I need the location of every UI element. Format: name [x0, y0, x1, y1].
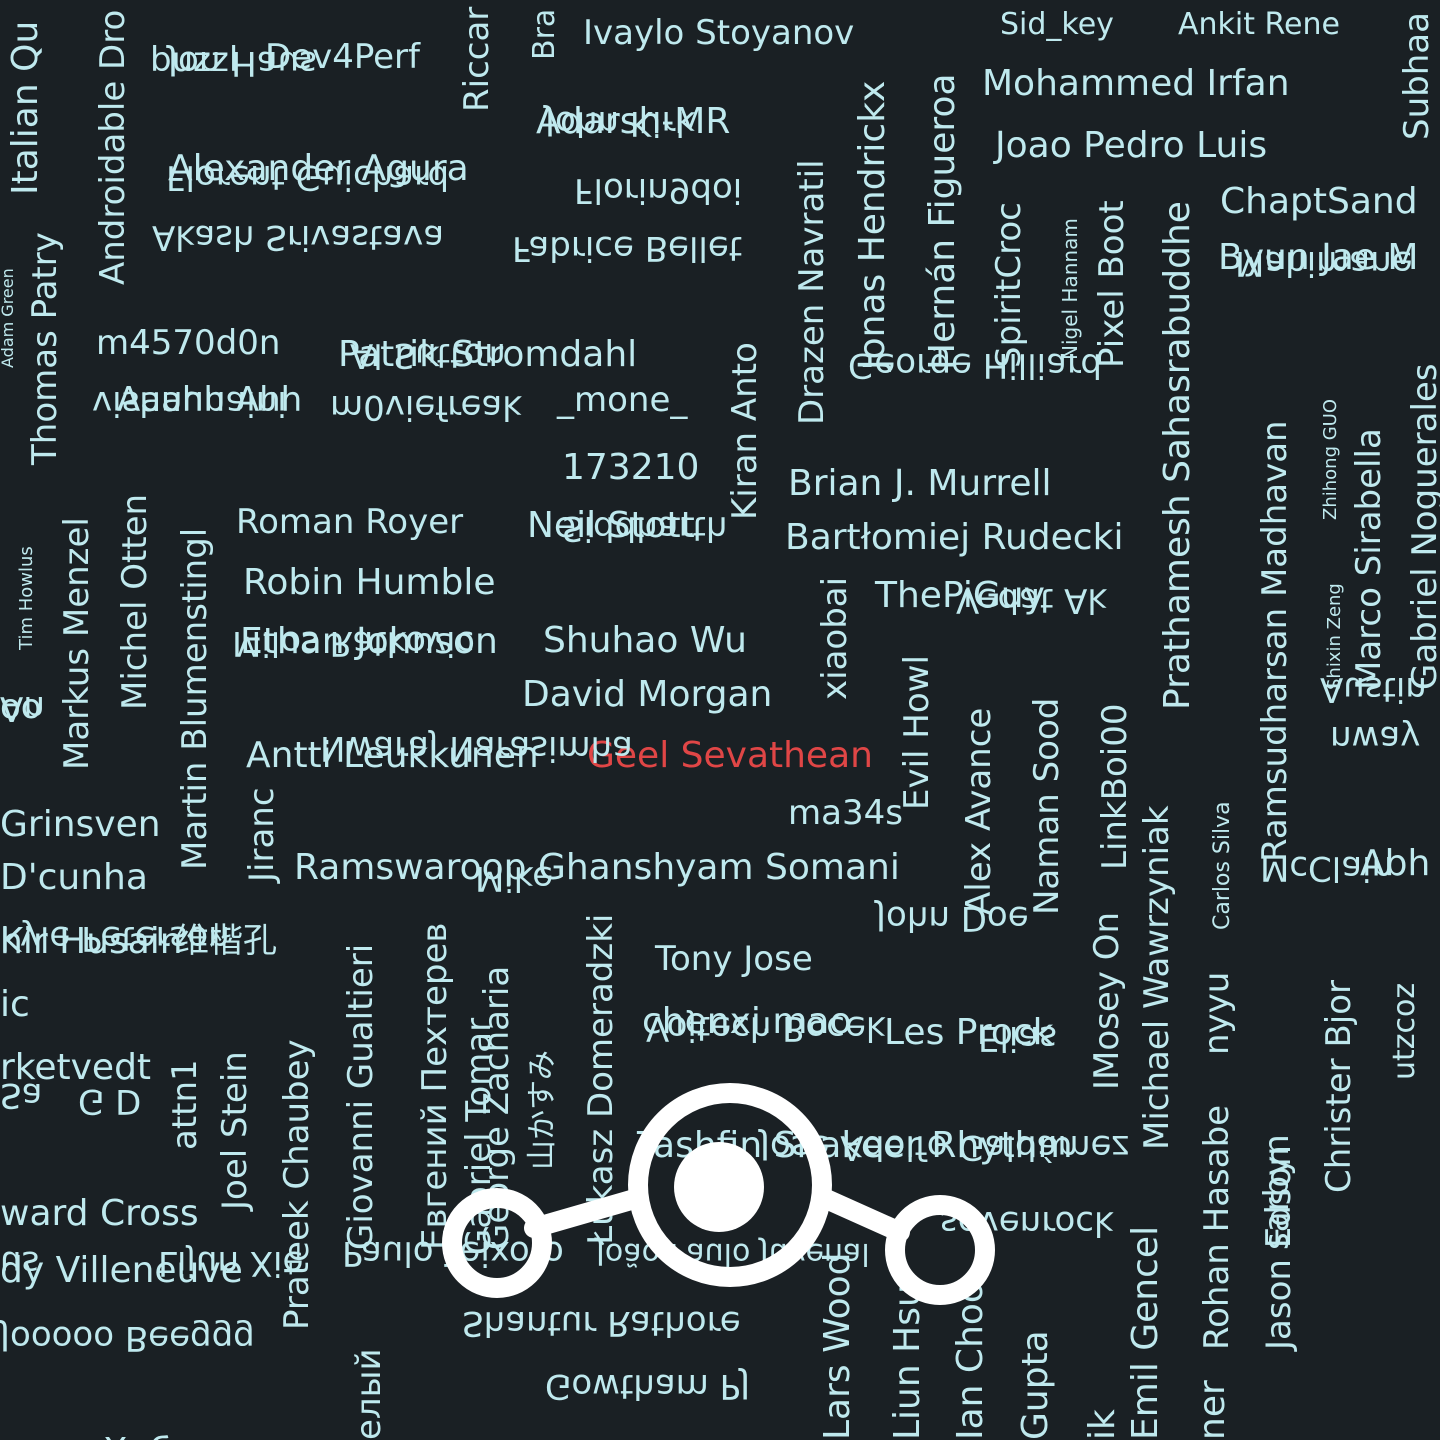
- contributors-wall: Italian Qu Androidable Dro buzzl Dev4Perf Ri…: [0, 0, 1440, 1440]
- lineageos-logo-icon: [442, 1083, 995, 1305]
